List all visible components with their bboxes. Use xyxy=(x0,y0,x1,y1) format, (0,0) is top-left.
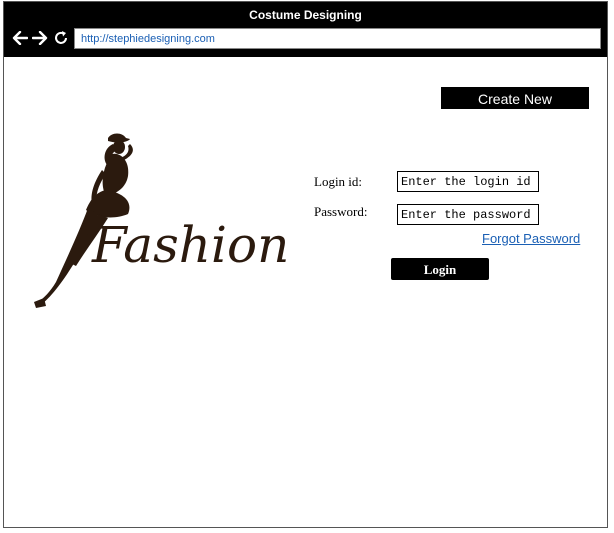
password-input[interactable] xyxy=(397,204,539,225)
login-id-label: Login id: xyxy=(314,174,363,189)
logo-text: Fashion xyxy=(91,216,289,274)
fashion-logo: Fashion xyxy=(20,130,300,310)
password-label: Password: xyxy=(314,204,368,219)
create-new-button[interactable]: Create New xyxy=(441,87,589,109)
titlebar: Costume Designing http://stephiedesignin… xyxy=(4,2,607,57)
back-arrow-icon[interactable] xyxy=(10,26,30,50)
address-bar[interactable]: http://stephiedesigning.com xyxy=(74,28,601,49)
login-id-input[interactable] xyxy=(397,171,539,192)
forward-arrow-icon[interactable] xyxy=(30,26,50,50)
browser-window: Costume Designing http://stephiedesignin… xyxy=(3,1,608,528)
reload-icon[interactable] xyxy=(51,26,71,50)
window-title: Costume Designing xyxy=(249,8,362,22)
url-text: http://stephiedesigning.com xyxy=(81,33,215,45)
forgot-password-link[interactable]: Forgot Password xyxy=(482,231,580,246)
login-button[interactable]: Login xyxy=(391,258,489,280)
